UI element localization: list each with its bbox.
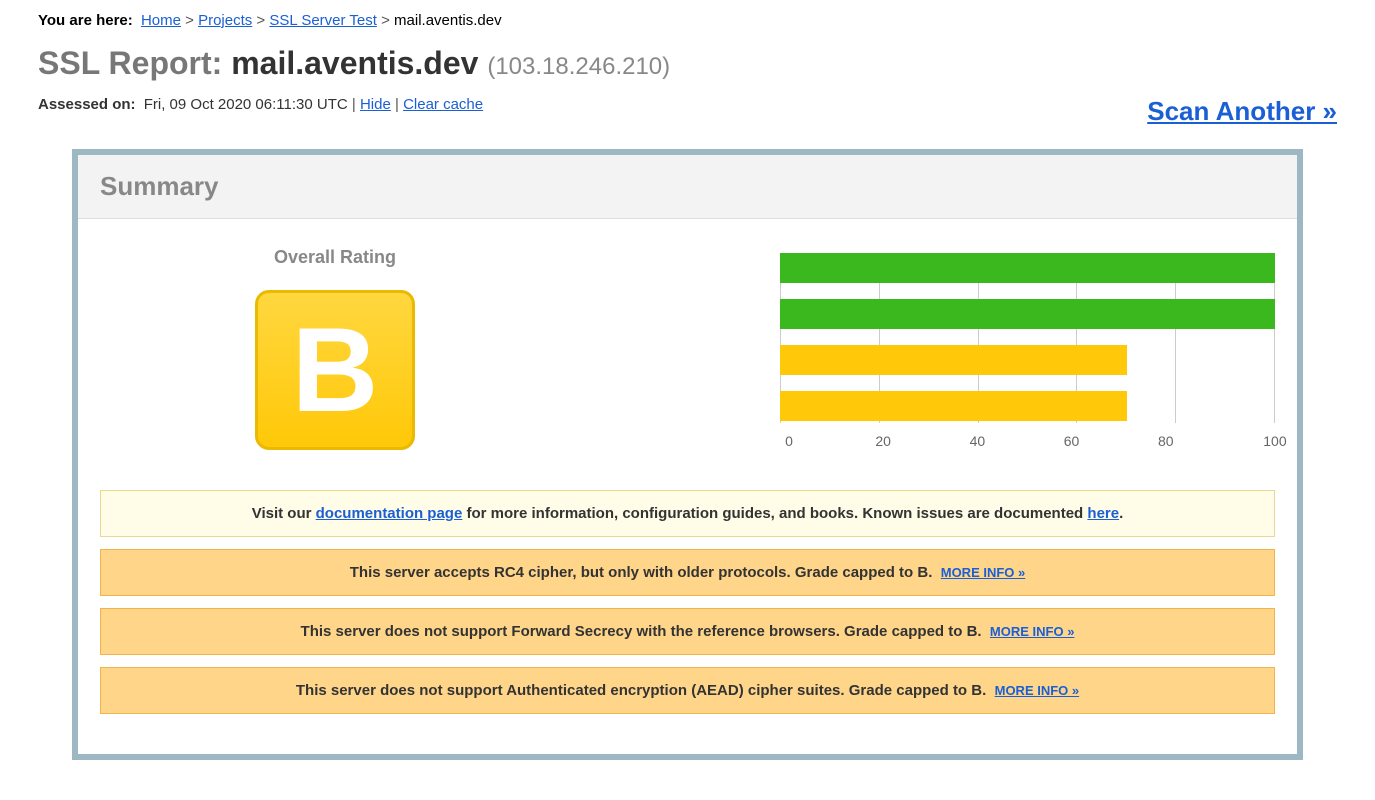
notice-fs: This server does not support Forward Sec… bbox=[100, 608, 1275, 655]
axis-tick: 60 bbox=[1057, 433, 1087, 449]
chart-bar-row: Certificate bbox=[780, 253, 1275, 283]
breadcrumb-host: mail.aventis.dev bbox=[394, 12, 502, 29]
chart-bar-fill bbox=[780, 299, 1275, 329]
notice-rc4: This server accepts RC4 cipher, but only… bbox=[100, 549, 1275, 596]
chart-bar-fill bbox=[780, 253, 1275, 283]
title-host: mail.aventis.dev bbox=[231, 45, 478, 81]
assessed-date: Fri, 09 Oct 2020 06:11:30 UTC bbox=[144, 96, 348, 113]
scan-another-link[interactable]: Scan Another » bbox=[1147, 96, 1337, 127]
chart-bar-row: Key Exchange bbox=[780, 345, 1275, 375]
axis-tick: 40 bbox=[962, 433, 992, 449]
known-issues-link[interactable]: here bbox=[1087, 505, 1119, 522]
notice-aead: This server does not support Authenticat… bbox=[100, 667, 1275, 714]
chart-axis: 020406080100 bbox=[630, 433, 1275, 449]
breadcrumb: You are here: Home > Projects > SSL Serv… bbox=[38, 12, 1337, 29]
breadcrumb-sep: > bbox=[185, 12, 198, 29]
chart-bar-fill bbox=[780, 391, 1127, 421]
more-info-aead[interactable]: MORE INFO » bbox=[995, 683, 1080, 698]
page-title: SSL Report: mail.aventis.dev (103.18.246… bbox=[38, 45, 1337, 82]
axis-tick: 0 bbox=[774, 433, 804, 449]
breadcrumb-label: You are here: bbox=[38, 12, 133, 29]
clear-cache-link[interactable]: Clear cache bbox=[403, 96, 483, 113]
docs-link[interactable]: documentation page bbox=[316, 505, 463, 522]
chart-bar-row: Cipher Strength bbox=[780, 391, 1275, 421]
notice-fs-text: This server does not support Forward Sec… bbox=[301, 623, 982, 640]
chart-bar-fill bbox=[780, 345, 1127, 375]
assessed-label: Assessed on: bbox=[38, 96, 136, 113]
hide-link[interactable]: Hide bbox=[360, 96, 391, 113]
notice-docs: Visit our documentation page for more in… bbox=[100, 490, 1275, 537]
summary-heading: Summary bbox=[100, 171, 1275, 202]
summary-panel: Summary Overall Rating B Certificate Prot… bbox=[72, 149, 1303, 760]
breadcrumb-ssltest[interactable]: SSL Server Test bbox=[269, 12, 377, 29]
rating-chart: Certificate Protocol Support Key Exchange C… bbox=[630, 243, 1275, 449]
axis-tick: 20 bbox=[868, 433, 898, 449]
axis-tick: 80 bbox=[1151, 433, 1181, 449]
more-info-fs[interactable]: MORE INFO » bbox=[990, 624, 1075, 639]
chart-bar-row: Protocol Support bbox=[780, 299, 1275, 329]
notice-aead-text: This server does not support Authenticat… bbox=[296, 682, 986, 699]
panel-header: Summary bbox=[78, 155, 1297, 219]
rating-title: Overall Rating bbox=[100, 247, 570, 268]
axis-tick: 100 bbox=[1260, 433, 1290, 449]
breadcrumb-sep: > bbox=[256, 12, 269, 29]
breadcrumb-home[interactable]: Home bbox=[141, 12, 181, 29]
assessed-line: Assessed on: Fri, 09 Oct 2020 06:11:30 U… bbox=[38, 96, 483, 113]
rating-block: Overall Rating B bbox=[100, 243, 570, 450]
chart-bars: Certificate Protocol Support Key Exchange C… bbox=[780, 253, 1275, 421]
grade-letter: B bbox=[258, 293, 412, 448]
notice-rc4-text: This server accepts RC4 cipher, but only… bbox=[350, 564, 933, 581]
breadcrumb-sep: > bbox=[381, 12, 394, 29]
breadcrumb-projects[interactable]: Projects bbox=[198, 12, 252, 29]
title-prefix: SSL Report: bbox=[38, 45, 222, 81]
more-info-rc4[interactable]: MORE INFO » bbox=[941, 565, 1026, 580]
grade-badge: B bbox=[255, 290, 415, 450]
title-ip: (103.18.246.210) bbox=[487, 53, 670, 80]
